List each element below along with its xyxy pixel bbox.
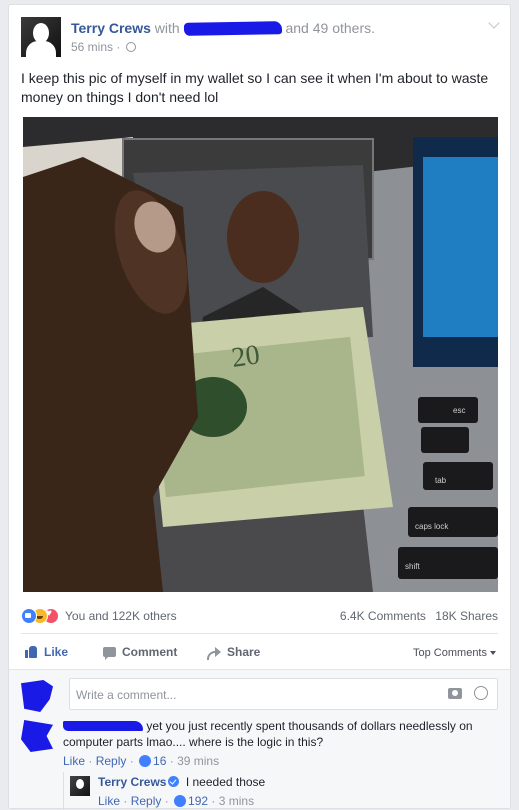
share-button[interactable]: Share [207, 645, 261, 660]
others-link[interactable]: and 49 others. [285, 20, 375, 36]
top-comments-dropdown[interactable]: Top Comments [413, 647, 496, 659]
svg-text:esc: esc [453, 406, 465, 415]
thumbs-up-icon [25, 646, 38, 658]
emoji-icon[interactable] [474, 686, 488, 700]
svg-text:shift: shift [405, 562, 420, 571]
camera-icon[interactable] [448, 688, 462, 699]
reply-time[interactable]: 3 mins [219, 794, 254, 808]
author-avatar[interactable] [21, 17, 61, 57]
reply-reply-link[interactable]: Reply [131, 794, 162, 808]
verified-badge-icon [168, 776, 180, 787]
comments-section: Write a comment... yet you just recently… [9, 669, 510, 810]
reply-author-avatar[interactable] [70, 776, 90, 796]
like-label: Like [44, 645, 69, 659]
post-time[interactable]: 56 mins [71, 40, 113, 54]
globe-icon[interactable] [125, 42, 136, 52]
comment-composer: Write a comment... [21, 678, 498, 712]
with-label: with [154, 20, 180, 36]
like-count-icon [174, 795, 187, 807]
reply-text: I needed those [185, 775, 266, 789]
svg-text:caps lock: caps lock [415, 522, 449, 531]
user-avatar-redacted [21, 680, 53, 712]
wallet-photo-illustration: esc tab caps lock shift 20 [23, 117, 498, 592]
share-arrow-icon [207, 646, 221, 660]
svg-text:20: 20 [230, 339, 262, 374]
reactions-bar: You and 122K others 6.4K Comments 18K Sh… [21, 607, 498, 625]
post-meta: 56 mins · [71, 40, 136, 54]
reply-author-name[interactable]: Terry Crews [98, 775, 166, 789]
comment-icon [103, 647, 116, 660]
post-text: I keep this pic of myself in my wallet s… [21, 70, 489, 105]
reply-like-link[interactable]: Like [98, 794, 120, 808]
engagement-counts: 6.4K Comments 18K Shares [334, 609, 498, 623]
like-count-icon [139, 755, 152, 767]
chevron-down-icon[interactable] [488, 17, 500, 29]
caret-down-icon [490, 651, 496, 655]
comments-count[interactable]: 6.4K Comments [340, 609, 426, 623]
action-bar: Like Comment Share Top Comments [21, 639, 498, 667]
reaction-summary[interactable]: You and 122K others [65, 609, 177, 623]
comment-time[interactable]: 39 mins [177, 754, 219, 768]
author-name[interactable]: Terry Crews [71, 20, 151, 36]
like-reaction-icon[interactable] [21, 608, 37, 624]
redaction-mark [63, 721, 143, 731]
commenter-avatar-redacted [21, 720, 53, 752]
post-photo[interactable]: esc tab caps lock shift 20 [23, 117, 498, 592]
comment-body: yet you just recently spent thousands of… [63, 718, 503, 769]
like-button[interactable]: Like [25, 645, 68, 659]
author-line: Terry Crews with and 49 others. [71, 20, 375, 36]
share-label: Share [227, 645, 261, 659]
post-card: Terry Crews with and 49 others. 56 mins … [8, 4, 511, 810]
top-comments-label: Top Comments [413, 647, 487, 659]
comment-reply-link[interactable]: Reply [96, 754, 127, 768]
redaction-mark [183, 21, 282, 36]
reply-like-count[interactable]: 192 [188, 794, 208, 808]
post-header: Terry Crews with and 49 others. 56 mins … [21, 17, 500, 59]
reply-item: Terry Crews I needed those Like · Reply … [63, 772, 498, 810]
divider [21, 633, 498, 634]
comment-like-link[interactable]: Like [63, 754, 85, 768]
comment-input[interactable]: Write a comment... [69, 678, 498, 710]
reply-meta: Like · Reply · 192 · 3 mins [98, 794, 255, 808]
comment-like-count[interactable]: 16 [153, 754, 166, 768]
reply-body: Terry Crews I needed those Like · Reply … [98, 774, 265, 809]
comment-meta: Like · Reply · 16 · 39 mins [63, 754, 220, 768]
svg-text:tab: tab [435, 476, 447, 485]
shares-count[interactable]: 18K Shares [435, 609, 498, 623]
comment-label: Comment [122, 645, 178, 659]
